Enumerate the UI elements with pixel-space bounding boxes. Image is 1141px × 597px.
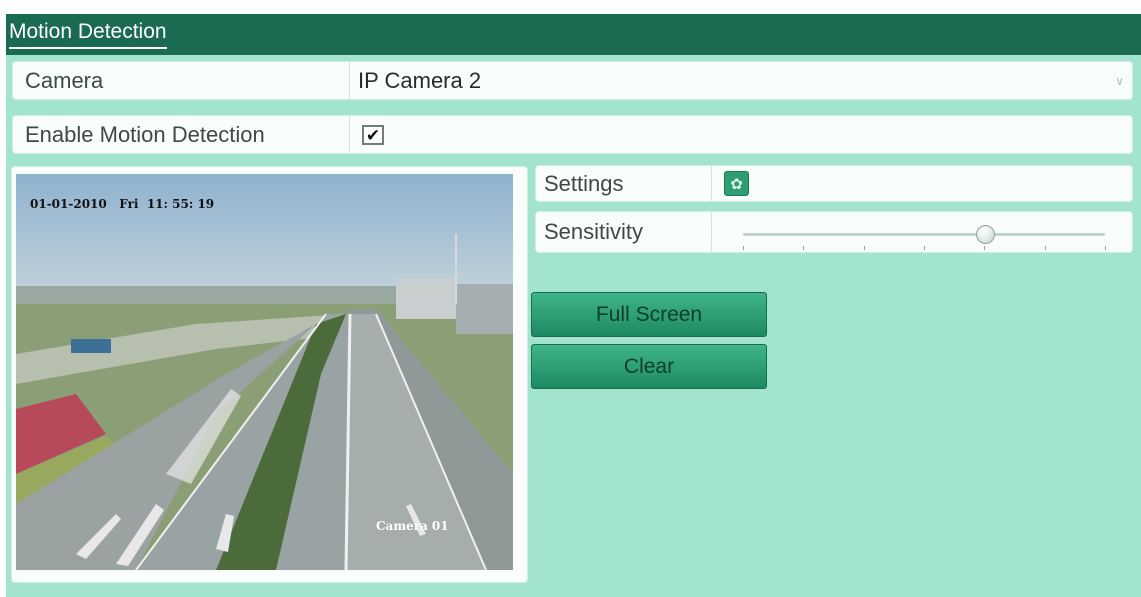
camera-video-preview[interactable]: 01-01-2010 Fri 11: 55: 19 Camera 01 xyxy=(16,174,513,570)
slider-tick xyxy=(924,246,925,250)
video-osd-datetime: 01-01-2010 Fri 11: 55: 19 xyxy=(30,197,214,211)
camera-row[interactable]: Camera IP Camera 2 ∨ xyxy=(12,61,1133,100)
gear-icon[interactable]: ✿ xyxy=(724,171,749,196)
slider-tick xyxy=(743,246,744,250)
row-divider xyxy=(349,116,350,153)
enable-motion-detection-checkbox[interactable]: ✔ xyxy=(362,125,384,145)
title-bar: Motion Detection xyxy=(6,14,1141,55)
settings-label: Settings xyxy=(544,170,624,196)
camera-label: Camera xyxy=(25,67,104,93)
full-screen-button[interactable]: Full Screen xyxy=(531,292,767,337)
sensitivity-label: Sensitivity xyxy=(544,219,644,244)
slider-tick xyxy=(1044,246,1046,250)
settings-row: Settings ✿ xyxy=(535,165,1133,202)
highway-scene-image: 01-01-2010 Fri 11: 55: 19 Camera 01 xyxy=(16,174,513,570)
enable-motion-detection-row: Enable Motion Detection ✔ xyxy=(12,115,1133,154)
chevron-down-icon[interactable]: ∨ xyxy=(1115,74,1124,88)
slider-tick xyxy=(803,246,805,250)
camera-select-value[interactable]: IP Camera 2 xyxy=(358,62,481,99)
window-title[interactable]: Motion Detection xyxy=(9,20,167,49)
slider-tick xyxy=(984,246,986,250)
sensitivity-row: Sensitivity xyxy=(535,211,1133,253)
clear-button[interactable]: Clear xyxy=(531,344,767,389)
slider-thumb[interactable] xyxy=(975,225,995,244)
slider-track[interactable] xyxy=(743,233,1105,236)
row-divider xyxy=(711,166,712,201)
row-divider xyxy=(711,212,712,252)
row-divider xyxy=(349,62,350,99)
sensitivity-slider[interactable] xyxy=(731,220,1111,250)
slider-tick xyxy=(863,246,865,250)
video-osd-camera-name: Camera 01 xyxy=(376,519,449,533)
slider-tick xyxy=(1105,246,1106,250)
enable-motion-detection-label: Enable Motion Detection xyxy=(25,121,265,147)
